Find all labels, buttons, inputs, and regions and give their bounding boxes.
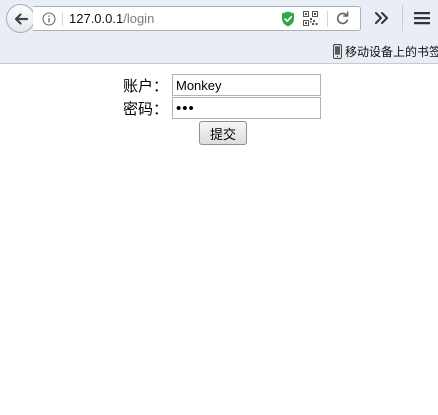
- password-label: 密码：: [123, 99, 169, 118]
- back-button[interactable]: [6, 4, 35, 33]
- url-text[interactable]: 127.0.0.1/login: [69, 7, 154, 30]
- url-host: 127.0.0.1: [69, 11, 124, 26]
- double-chevron-right-icon[interactable]: [371, 8, 391, 28]
- reload-icon[interactable]: [335, 11, 350, 26]
- browser-toolbar: 127.0.0.1/login 移动设备上的书签: [0, 0, 438, 64]
- account-input[interactable]: [172, 74, 321, 96]
- password-input[interactable]: [172, 97, 321, 119]
- url-separator: [62, 12, 63, 26]
- bookmarks-toolbar: 移动设备上的书签: [0, 38, 438, 63]
- toolbar-separator: [402, 5, 403, 31]
- mobile-bookmarks-folder[interactable]: 移动设备上的书签: [333, 42, 438, 60]
- url-path: /login: [123, 11, 155, 26]
- reload-separator: [327, 11, 328, 27]
- qr-code-icon[interactable]: [303, 11, 318, 26]
- url-bar[interactable]: 127.0.0.1/login: [33, 6, 361, 31]
- info-icon[interactable]: [42, 12, 56, 26]
- submit-button[interactable]: 提交: [199, 121, 247, 145]
- account-label: 账户：: [123, 76, 169, 95]
- password-row: 密码：: [123, 97, 321, 119]
- mobile-bookmarks-label: 移动设备上的书签: [345, 44, 438, 59]
- mobile-phone-icon: [333, 43, 342, 59]
- shield-check-icon[interactable]: [281, 11, 295, 27]
- hamburger-menu-icon[interactable]: [413, 9, 431, 27]
- account-row: 账户：: [123, 74, 321, 96]
- back-arrow-icon: [14, 12, 28, 25]
